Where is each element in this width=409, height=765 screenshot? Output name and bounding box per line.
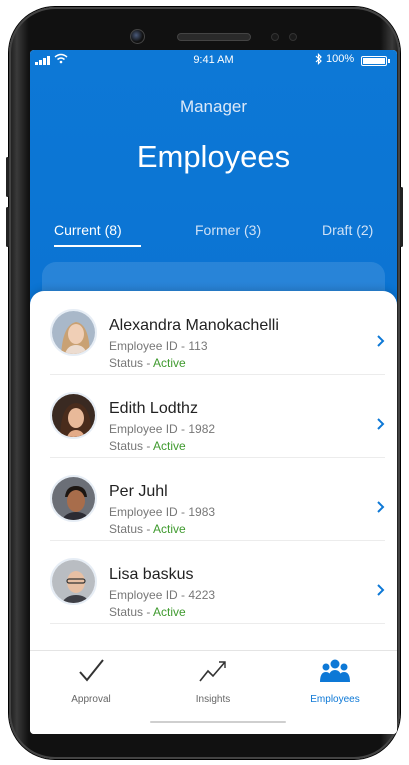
bluetooth-icon <box>315 53 322 65</box>
chevron-right-icon[interactable] <box>375 334 387 348</box>
status-prefix: Status - <box>109 522 154 536</box>
light-sensor <box>289 33 297 41</box>
volume-down-button <box>6 207 9 247</box>
checkmark-icon <box>79 659 104 682</box>
page-title: Employees <box>136 139 291 174</box>
status-badge: Active <box>153 356 186 370</box>
screen: 9:41 AM 100% Manager Employees Current (… <box>30 50 397 734</box>
tab-draft[interactable]: Draft (2) <box>322 222 373 238</box>
list-item[interactable]: Edith Lodthz Employee ID - 1982 Status -… <box>30 374 397 457</box>
employee-status: Status - Active <box>109 522 186 536</box>
nav-insights[interactable]: Insights <box>152 651 274 711</box>
avatar <box>50 475 97 522</box>
nav-insights-label: Insights <box>195 694 231 705</box>
employee-name: Lisa baskus <box>109 566 194 583</box>
employee-id: Employee ID - 1983 <box>109 505 216 519</box>
role-label: Manager <box>179 97 248 116</box>
employee-list: Alexandra Manokachelli Employee ID - 113… <box>30 291 397 651</box>
earpiece-speaker <box>177 33 251 41</box>
employee-status: Status - Active <box>109 439 186 453</box>
tab-former[interactable]: Former (3) <box>195 222 261 238</box>
status-badge: Active <box>153 522 186 536</box>
employee-id: Employee ID - 1982 <box>109 422 216 436</box>
people-group-icon <box>320 659 350 682</box>
status-prefix: Status - <box>109 439 154 453</box>
nav-employees-label: Employees <box>310 694 360 705</box>
status-bar: 9:41 AM 100% <box>30 50 397 70</box>
avatar <box>50 309 97 356</box>
status-prefix: Status - <box>109 356 154 370</box>
avatar <box>50 392 97 439</box>
battery-icon <box>361 56 390 66</box>
chevron-right-icon[interactable] <box>375 500 387 514</box>
employee-name: Edith Lodthz <box>109 400 198 417</box>
status-badge: Active <box>153 605 186 619</box>
volume-up-button <box>6 157 9 197</box>
nav-approval[interactable]: Approval <box>30 651 152 711</box>
status-prefix: Status - <box>109 605 154 619</box>
trend-line-icon <box>199 661 226 682</box>
divider <box>50 623 385 624</box>
employee-name: Per Juhl <box>109 483 168 500</box>
nav-employees[interactable]: Employees <box>274 651 396 711</box>
active-tab-indicator <box>54 245 141 247</box>
employee-id: Employee ID - 113 <box>109 339 208 353</box>
power-button <box>400 187 403 247</box>
battery-percent: 100% <box>326 53 355 65</box>
front-camera <box>130 29 145 44</box>
chevron-right-icon[interactable] <box>375 417 387 431</box>
phone-frame: 9:41 AM 100% Manager Employees Current (… <box>6 7 403 759</box>
list-item[interactable]: Alexandra Manokachelli Employee ID - 113… <box>30 291 397 374</box>
list-item[interactable]: Lisa baskus Employee ID - 4223 Status - … <box>30 540 397 623</box>
employee-name: Alexandra Manokachelli <box>109 317 279 334</box>
chevron-right-icon[interactable] <box>375 583 387 597</box>
employee-status: Status - Active <box>109 356 186 370</box>
status-badge: Active <box>153 439 186 453</box>
proximity-sensor <box>271 33 279 41</box>
home-indicator[interactable] <box>150 721 286 723</box>
tab-current[interactable]: Current (8) <box>54 222 122 238</box>
avatar <box>50 558 97 605</box>
employee-id: Employee ID - 4223 <box>109 588 216 602</box>
employee-status: Status - Active <box>109 605 186 619</box>
nav-approval-label: Approval <box>71 694 111 705</box>
list-item[interactable]: Per Juhl Employee ID - 1983 Status - Act… <box>30 457 397 540</box>
